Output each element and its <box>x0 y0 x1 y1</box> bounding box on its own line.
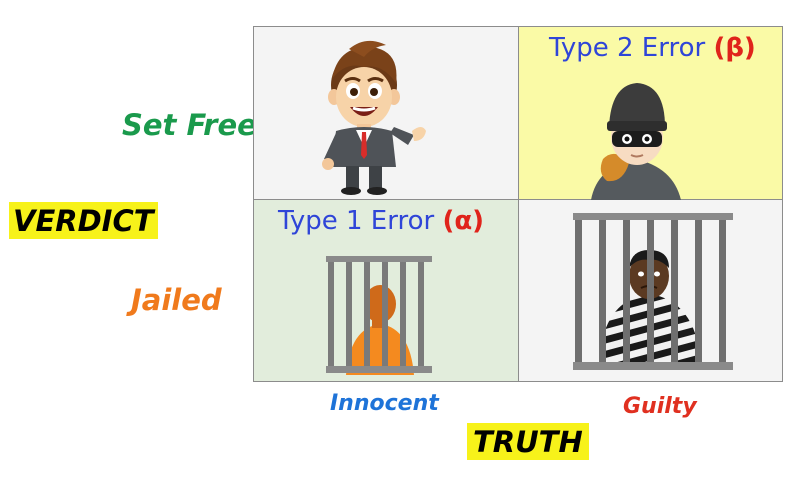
cell-jailed-innocent: Type 1 Error (α) <box>254 200 519 381</box>
cell-free-innocent <box>254 27 519 200</box>
column-label-innocent: Innocent <box>330 391 439 416</box>
row-label-jailed: Jailed <box>131 283 222 317</box>
truth-axis-title: TRUTH <box>467 423 589 460</box>
striped-prisoner-illustration <box>573 213 733 370</box>
row-label-set-free: Set Free <box>122 108 257 142</box>
cell-free-guilty: Type 2 Error (β) <box>519 27 782 200</box>
column-label-guilty: Guilty <box>623 394 697 419</box>
verdict-axis-title: VERDICT <box>9 202 158 239</box>
jailed-prisoner-illustration <box>326 256 432 375</box>
businessman-illustration <box>322 40 426 195</box>
masked-thief-illustration <box>591 83 681 200</box>
cell-jailed-guilty <box>519 200 782 381</box>
outcome-matrix: Type 2 Error (β) Type 1 Error (α) <box>253 26 783 382</box>
